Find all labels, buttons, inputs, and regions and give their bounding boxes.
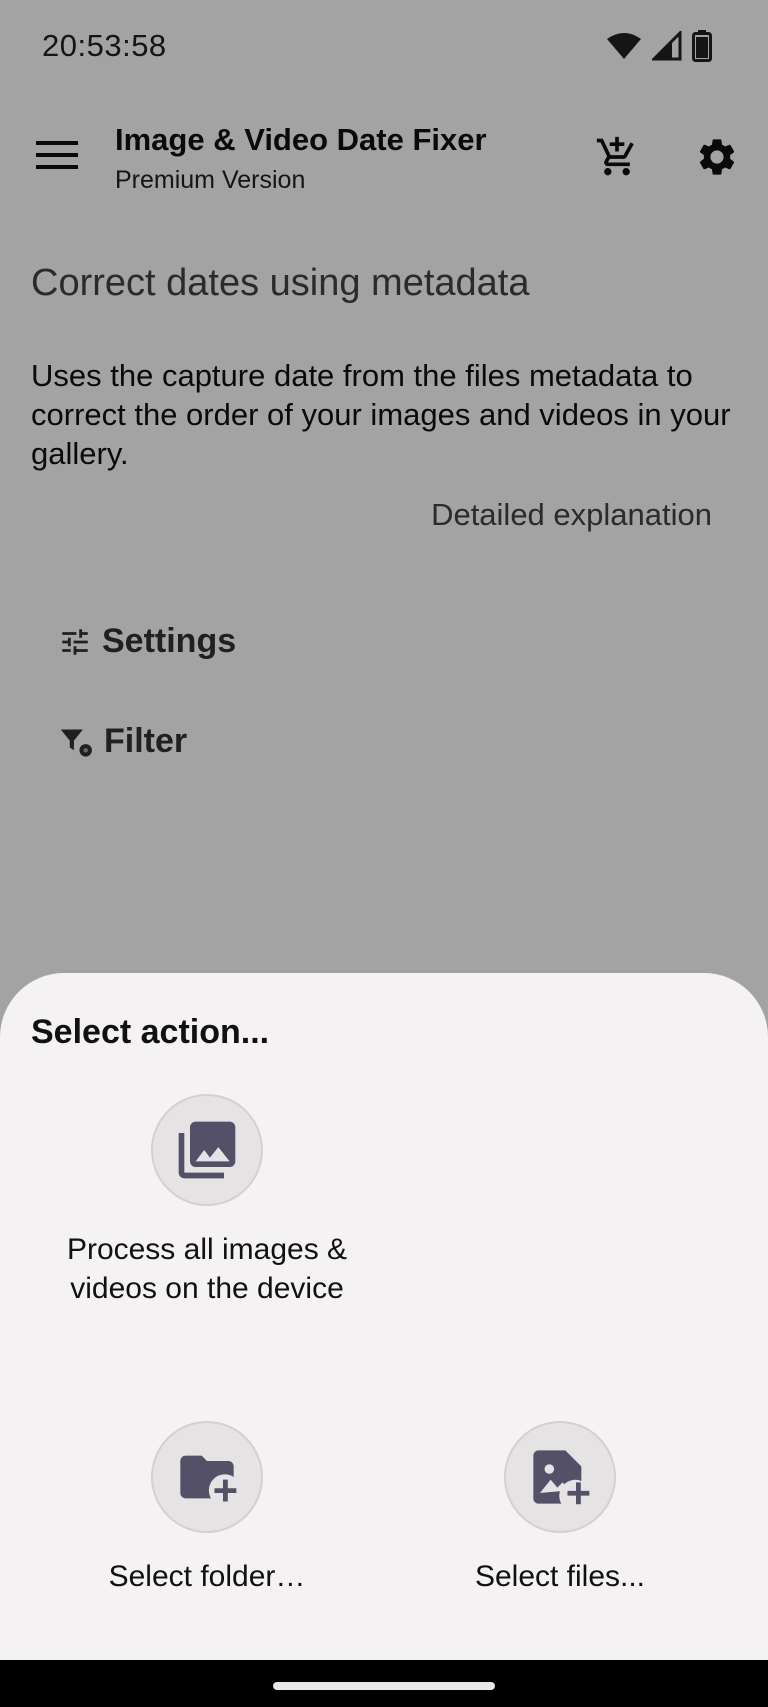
- select-files-button[interactable]: [504, 1421, 616, 1533]
- process-all-action[interactable]: Process all images & videos on the devic…: [57, 1094, 357, 1308]
- navigation-bar: [0, 1660, 768, 1707]
- folder-add-icon: [180, 1455, 237, 1502]
- sheet-title: Select action...: [31, 1013, 270, 1051]
- image-add-icon: [533, 1450, 590, 1505]
- process-all-button[interactable]: [151, 1094, 263, 1206]
- select-files-label: Select files...: [474, 1560, 646, 1593]
- photo-library-icon: [178, 1121, 236, 1179]
- select-action-sheet: Select action... Process all images & vi…: [0, 973, 768, 1660]
- select-files-action[interactable]: Select files...: [410, 1421, 710, 1596]
- select-folder-button[interactable]: [151, 1421, 263, 1533]
- home-gesture-handle[interactable]: [273, 1682, 495, 1690]
- app-screen: 20:53:58 Image & Video Date Fixer Premiu…: [0, 0, 768, 1707]
- process-all-label: Process all images & videos on the devic…: [66, 1233, 348, 1305]
- select-folder-label: Select folder…: [108, 1560, 306, 1593]
- select-folder-action[interactable]: Select folder…: [57, 1421, 357, 1596]
